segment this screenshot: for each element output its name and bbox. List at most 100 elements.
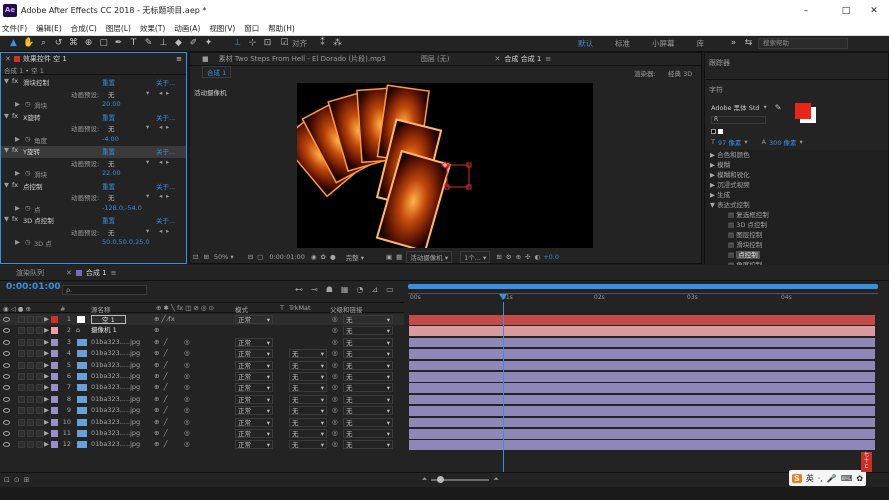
menu-file[interactable]: 文件(F)	[2, 23, 27, 34]
audio-toggle[interactable]	[18, 430, 25, 437]
label-color-swatch[interactable]	[51, 361, 58, 369]
audio-toggle[interactable]	[18, 338, 25, 346]
layer-name[interactable]: 摄像机 1	[91, 325, 117, 336]
expand-arrow-icon[interactable]: ▶	[15, 100, 20, 108]
layer-name[interactable]: 01ba323.....jpg	[91, 371, 140, 382]
timeline-layer-row[interactable]: ▶ 10 01ba323.....jpg ⊕ ╱ ◎ 正常 ▾ 无 ▾ ◎ 无 ▾	[0, 417, 404, 428]
close-tab-icon[interactable]: ✕	[5, 53, 11, 65]
pen-tool-icon[interactable]: ✒	[113, 38, 124, 49]
tree-arrow-icon[interactable]: ▶	[710, 191, 715, 199]
solo-toggle[interactable]	[27, 395, 34, 403]
flowchart-icon[interactable]: ✣	[525, 253, 530, 261]
layer-switches[interactable]: ⊕ ╱ ◎	[154, 382, 190, 393]
draft-3d-icon[interactable]: ⊸	[311, 285, 318, 294]
audio-toggle[interactable]	[18, 384, 25, 392]
solo-toggle[interactable]	[27, 338, 34, 346]
solo-toggle[interactable]	[27, 350, 34, 358]
clone-stamp-tool-icon[interactable]: ⊥	[158, 38, 169, 49]
side-badge-icon[interactable]: 七十C	[861, 452, 872, 472]
preset-next-icon[interactable]: ▸	[166, 123, 169, 131]
layer-switches[interactable]: ⊕ ╱ ◎	[154, 348, 190, 359]
graph-editor-icon[interactable]: ⊿	[371, 285, 378, 294]
parent-dropdown[interactable]: 无 ▾	[343, 315, 393, 324]
layer-name[interactable]: 01ba323.....jpg	[91, 428, 140, 439]
camera-dropdown[interactable]: 活动摄像机 ▾	[406, 250, 453, 263]
menu-animation[interactable]: 动画(A)	[174, 23, 200, 34]
parent-pickwhip-icon[interactable]: ◎	[332, 439, 338, 450]
layer-switches[interactable]: ⊕ ╱ ◎	[154, 337, 190, 348]
region-of-interest-icon[interactable]: ▣	[386, 253, 392, 261]
effect-row-fx[interactable]: ▼ fx 3D 点控制 重置 关于...	[1, 215, 186, 227]
stopwatch-icon[interactable]: ◷	[25, 204, 31, 212]
property-value[interactable]: 20.00	[102, 100, 121, 108]
expand-arrow-icon[interactable]: ▶	[15, 204, 20, 212]
expand-arrow-icon[interactable]: ▶	[44, 360, 49, 371]
expand-arrow-icon[interactable]: ▶	[44, 405, 49, 416]
menu-window[interactable]: 窗口	[244, 23, 259, 34]
composition-viewer[interactable]	[297, 83, 593, 248]
tree-arrow-icon[interactable]: ▶	[710, 151, 715, 159]
tree-arrow-icon[interactable]: ▼	[710, 201, 715, 209]
white-swatch[interactable]	[718, 128, 723, 134]
timeline-layer-row[interactable]: ▶ 3 01ba323.....jpg ⊕ ╱ ◎ 正常 ▾ ◎ 无 ▾	[0, 337, 404, 348]
parent-pickwhip-icon[interactable]: ◎	[332, 348, 338, 359]
parent-pickwhip-icon[interactable]: ◎	[332, 428, 338, 439]
modes-icon[interactable]: ⊙	[14, 476, 20, 484]
reset-button[interactable]: 重置	[102, 112, 115, 122]
close-button[interactable]: ✕	[860, 3, 888, 19]
track-matte-dropdown[interactable]: 无 ▾	[289, 429, 327, 438]
parent-dropdown[interactable]: 无 ▾	[343, 383, 393, 393]
preset-next-icon[interactable]: ▸	[166, 227, 169, 235]
lock-toggle[interactable]	[36, 316, 43, 323]
layer-name[interactable]: 01ba323.....jpg	[91, 348, 140, 359]
keyboard-icon[interactable]: ⌨	[841, 474, 853, 483]
reset-button[interactable]: 重置	[102, 77, 115, 87]
parent-pickwhip-icon[interactable]: ◎	[332, 371, 338, 382]
property-value[interactable]: -128.0,-54.0	[102, 204, 142, 212]
character-tab[interactable]: 字符	[705, 84, 888, 96]
lock-toggle[interactable]	[36, 430, 43, 437]
expand-arrow-icon[interactable]: ▶	[44, 417, 49, 428]
effect-row-preset[interactable]: 动画预设: 无 ▾ ◂ ▸	[1, 158, 186, 170]
layer-duration-bar[interactable]	[409, 326, 875, 336]
menu-edit[interactable]: 编辑(E)	[36, 23, 62, 34]
label-color-swatch[interactable]	[51, 418, 58, 426]
zoom-out-mountain-icon[interactable]: ⏶	[422, 475, 428, 484]
preset-dropdown[interactable]: 无	[108, 227, 115, 237]
timeline-layer-row[interactable]: ▶ 2 ⌂ 摄像机 1 ⊕ ◎ 无 ▾	[0, 325, 404, 336]
selection-tool-icon[interactable]: ▲	[8, 38, 19, 49]
preset-arrow-icon[interactable]: ▾	[146, 158, 149, 166]
label-color-swatch[interactable]	[51, 373, 58, 380]
label-color-swatch[interactable]	[51, 430, 58, 437]
label-color-swatch[interactable]	[51, 338, 58, 346]
timeline-layer-row[interactable]: ▶ 4 01ba323.....jpg ⊕ ╱ ◎ 正常 ▾ 无 ▾ ◎ 无 ▾	[0, 348, 404, 359]
zoom-in-mountain-icon[interactable]: ⏶	[493, 475, 499, 484]
effect-row-preset[interactable]: 动画预设: 无 ▾ ◂ ▸	[1, 123, 186, 135]
lock-toggle[interactable]	[36, 361, 43, 369]
label-color-swatch[interactable]	[51, 384, 58, 392]
effect-row-preset[interactable]: 动画预设: 无 ▾ ◂ ▸	[1, 192, 186, 204]
effect-row-preset[interactable]: 动画预设: 无 ▾ ◂ ▸	[1, 227, 186, 239]
preset-arrow-icon[interactable]: ▾	[146, 227, 149, 235]
in-out-icon[interactable]: ⊞	[24, 476, 30, 484]
stopwatch-icon[interactable]: ◷	[25, 238, 31, 246]
view-options-icon[interactable]: ⊞	[203, 253, 208, 261]
visibility-eye-icon[interactable]	[3, 317, 10, 322]
effects-tree-item[interactable]: ▤ 图层控制	[708, 230, 888, 240]
panel-menu-icon[interactable]: ≡	[176, 53, 182, 65]
eyedropper-icon[interactable]: ✎	[775, 103, 782, 112]
visibility-eye-icon[interactable]	[3, 408, 10, 414]
label-color-swatch[interactable]	[51, 327, 58, 335]
blend-mode-dropdown[interactable]: 正常 ▾	[235, 360, 273, 370]
effects-tree-item[interactable]: ▶ 模糊	[708, 160, 888, 170]
layer-search-input[interactable]: ρ.	[62, 285, 147, 295]
blend-mode-dropdown[interactable]: 正常 ▾	[235, 383, 273, 393]
workspace-default[interactable]: 默认	[578, 38, 593, 49]
comp-tab[interactable]: 合成 合成 1	[504, 54, 541, 64]
effects-tree-item[interactable]: ▤ 复选框控制	[708, 210, 888, 220]
effects-tree-item[interactable]: ▤ 点控制	[708, 250, 888, 260]
visibility-eye-icon[interactable]	[3, 431, 10, 436]
layer-name[interactable]: 空 1	[91, 315, 126, 324]
keyframe-icon[interactable]: ▭	[386, 285, 394, 294]
timeline-layer-row[interactable]: ▶ 5 01ba323.....jpg ⊕ ╱ ◎ 正常 ▾ 无 ▾ ◎ 无 ▾	[0, 360, 404, 371]
